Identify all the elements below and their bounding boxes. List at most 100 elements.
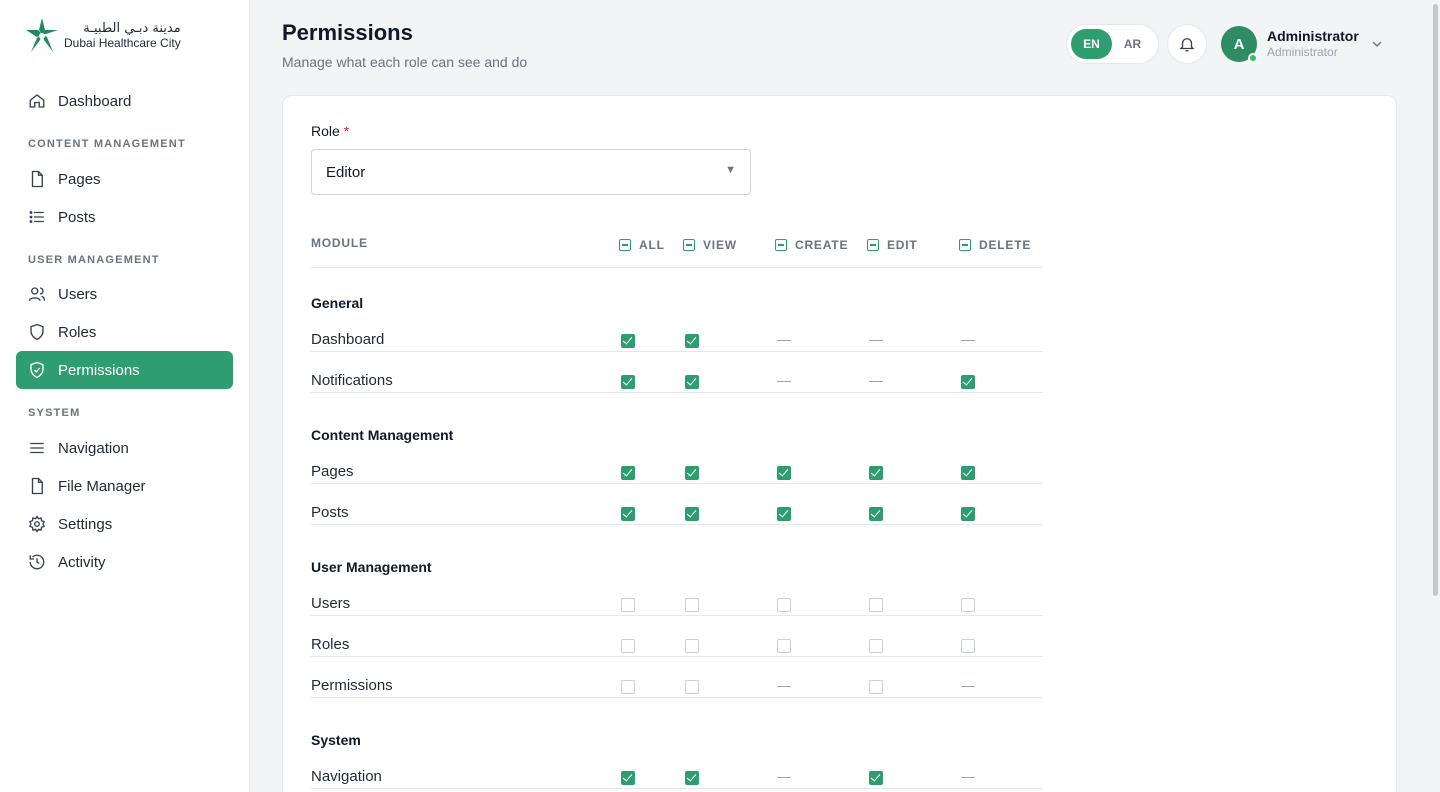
delete-permission-checkbox[interactable] (961, 466, 975, 480)
table-header-divider (311, 267, 1043, 268)
select-view-checkbox[interactable] (683, 239, 695, 251)
view-permission-checkbox[interactable] (685, 598, 699, 612)
sidebar-item-settings[interactable]: Settings (16, 505, 233, 543)
view-permission-checkbox[interactable] (685, 680, 699, 694)
file-icon (28, 170, 46, 188)
all-permission-checkbox[interactable] (621, 375, 635, 389)
view-permission-checkbox[interactable] (685, 466, 699, 480)
role-label: Role * (311, 123, 349, 139)
sidebar-item-label: Permissions (58, 361, 140, 379)
row-divider (311, 788, 1043, 789)
role-select[interactable]: Editor ▼ (311, 149, 751, 195)
all-permission-checkbox[interactable] (621, 466, 635, 480)
language-toggle: EN AR (1066, 24, 1159, 64)
sidebar-item-posts[interactable]: Posts (16, 198, 233, 236)
all-permission-checkbox[interactable] (621, 771, 635, 785)
section-label-content: CONTENT MANAGEMENT (28, 138, 186, 150)
shield-icon (28, 323, 46, 341)
scrollbar-thumb[interactable] (1433, 4, 1438, 596)
all-permission-checkbox[interactable] (621, 334, 635, 348)
select-all-checkbox[interactable] (619, 239, 631, 251)
column-header-all: ALL (619, 238, 665, 252)
all-permission-checkbox[interactable] (621, 639, 635, 653)
bell-icon (1179, 38, 1195, 52)
not-applicable-dash (777, 686, 791, 687)
user-name[interactable]: Administrator (1267, 28, 1359, 44)
all-permission-checkbox[interactable] (621, 680, 635, 694)
sidebar-item-users[interactable]: Users (16, 275, 233, 313)
column-header-view: VIEW (683, 238, 737, 252)
lang-en-button[interactable]: EN (1071, 29, 1112, 59)
group-title: User Management (311, 559, 432, 575)
not-applicable-dash (777, 381, 791, 382)
brand-english: Dubai Healthcare City (64, 35, 181, 50)
sidebar-item-file-manager[interactable]: File Manager (16, 467, 233, 505)
column-header-label: ALL (639, 238, 665, 252)
sidebar-item-label: Settings (58, 515, 113, 533)
group-title: Content Management (311, 427, 454, 443)
chevron-down-icon[interactable] (1369, 36, 1385, 52)
section-label-users: USER MANAGEMENT (28, 254, 160, 266)
not-applicable-dash (961, 686, 975, 687)
column-header-delete: DELETE (959, 238, 1031, 252)
select-create-checkbox[interactable] (775, 239, 787, 251)
history-icon (28, 553, 46, 571)
module-label: Permissions (311, 677, 393, 694)
lang-ar-button[interactable]: AR (1112, 29, 1153, 59)
edit-permission-checkbox[interactable] (869, 771, 883, 785)
delete-permission-checkbox[interactable] (961, 507, 975, 521)
select-edit-checkbox[interactable] (867, 239, 879, 251)
page-subtitle: Manage what each role can see and do (282, 54, 528, 70)
sidebar-item-permissions[interactable]: Permissions (16, 351, 233, 389)
all-permission-checkbox[interactable] (621, 598, 635, 612)
not-applicable-dash (869, 381, 883, 382)
notifications-button[interactable] (1167, 24, 1207, 64)
sidebar-item-label: Navigation (58, 439, 129, 457)
not-applicable-dash (869, 340, 883, 341)
avatar[interactable]: A (1221, 26, 1258, 63)
edit-permission-checkbox[interactable] (869, 598, 883, 612)
user-role: Administrator (1267, 45, 1338, 59)
edit-permission-checkbox[interactable] (869, 466, 883, 480)
row-divider (311, 392, 1043, 393)
module-label: Navigation (311, 768, 382, 785)
module-label: Posts (311, 504, 349, 521)
sidebar-item-label: File Manager (58, 477, 146, 495)
create-permission-checkbox[interactable] (777, 507, 791, 521)
view-permission-checkbox[interactable] (685, 375, 699, 389)
view-permission-checkbox[interactable] (685, 771, 699, 785)
delete-permission-checkbox[interactable] (961, 375, 975, 389)
column-header-label: VIEW (703, 238, 737, 252)
sidebar-item-activity[interactable]: Activity (16, 543, 233, 581)
dropdown-arrow-icon: ▼ (725, 164, 736, 176)
all-permission-checkbox[interactable] (621, 507, 635, 521)
delete-permission-checkbox[interactable] (961, 598, 975, 612)
view-permission-checkbox[interactable] (685, 639, 699, 653)
delete-permission-checkbox[interactable] (961, 639, 975, 653)
sidebar-item-pages[interactable]: Pages (16, 160, 233, 198)
column-header-label: CREATE (795, 238, 849, 252)
page-scrollbar[interactable] (1431, 0, 1440, 792)
required-mark: * (343, 123, 350, 139)
edit-permission-checkbox[interactable] (869, 507, 883, 521)
not-applicable-dash (777, 340, 791, 341)
column-header-create: CREATE (775, 238, 848, 252)
create-permission-checkbox[interactable] (777, 598, 791, 612)
edit-permission-checkbox[interactable] (869, 639, 883, 653)
section-label-system: SYSTEM (28, 407, 81, 419)
create-permission-checkbox[interactable] (777, 466, 791, 480)
shield-check-icon (28, 361, 46, 379)
select-delete-checkbox[interactable] (959, 239, 971, 251)
view-permission-checkbox[interactable] (685, 507, 699, 521)
sidebar-item-dashboard[interactable]: Dashboard (16, 82, 233, 120)
column-header-label: EDIT (887, 238, 918, 252)
sidebar-item-roles[interactable]: Roles (16, 313, 233, 351)
star-logo-icon (26, 18, 58, 52)
row-divider (311, 351, 1043, 352)
sidebar-item-navigation[interactable]: Navigation (16, 429, 233, 467)
view-permission-checkbox[interactable] (685, 334, 699, 348)
edit-permission-checkbox[interactable] (869, 680, 883, 694)
brand-logo[interactable]: مدينة دبـي الطبيـة Dubai Healthcare City (24, 16, 181, 56)
row-divider (311, 656, 1043, 657)
create-permission-checkbox[interactable] (777, 639, 791, 653)
